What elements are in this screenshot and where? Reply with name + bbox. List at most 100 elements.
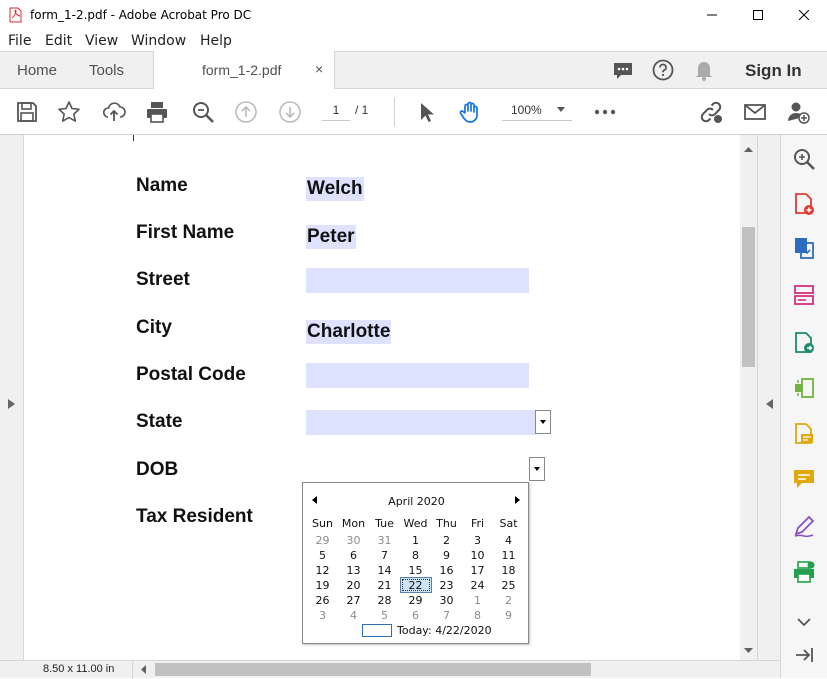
horizontal-scrollbar[interactable] <box>135 661 757 678</box>
select-cursor-icon[interactable] <box>415 100 439 124</box>
page-up-icon[interactable] <box>234 100 258 124</box>
menu-edit[interactable]: Edit <box>45 33 72 49</box>
calendar-day[interactable]: 25 <box>493 578 524 593</box>
calendar-day[interactable]: 21 <box>369 578 400 593</box>
chat-icon[interactable] <box>612 60 634 82</box>
page-number-input[interactable]: 1 <box>322 99 350 121</box>
tab-tools[interactable]: Tools <box>89 62 124 79</box>
calendar-day[interactable]: 8 <box>462 608 493 623</box>
menu-view[interactable]: View <box>85 33 118 49</box>
scroll-down-icon[interactable] <box>744 648 753 653</box>
calendar-day[interactable]: 4 <box>338 608 369 623</box>
name-field[interactable]: Welch <box>306 177 364 201</box>
maximize-button[interactable] <box>735 0 781 30</box>
calendar-day[interactable]: 1 <box>400 533 431 548</box>
dob-dropdown-button[interactable] <box>529 457 545 481</box>
calendar-day[interactable]: 28 <box>369 593 400 608</box>
left-panel-collapsed[interactable] <box>0 135 24 660</box>
comment-icon[interactable] <box>792 467 816 491</box>
calendar-day[interactable]: 5 <box>307 548 338 563</box>
calendar-day[interactable]: 15 <box>400 563 431 578</box>
calendar-day[interactable]: 23 <box>431 578 462 593</box>
calendar-day[interactable]: 27 <box>338 593 369 608</box>
calendar-day[interactable]: 24 <box>462 578 493 593</box>
collapse-right-panel-icon[interactable] <box>766 399 773 409</box>
street-field[interactable] <box>306 268 529 293</box>
add-user-icon[interactable] <box>786 100 810 124</box>
notification-bell-icon[interactable] <box>694 59 714 81</box>
calendar-day[interactable]: 31 <box>369 533 400 548</box>
more-icon[interactable] <box>593 100 617 124</box>
upload-icon[interactable] <box>102 100 126 124</box>
date-picker-calendar[interactable]: April 2020 Sun Mon Tue Wed Thu Fri Sat 29 30 31 1… <box>302 482 529 644</box>
first-name-field[interactable]: Peter <box>306 225 356 249</box>
calendar-day[interactable]: 12 <box>307 563 338 578</box>
postal-code-field[interactable] <box>306 363 529 388</box>
calendar-day[interactable]: 11 <box>493 548 524 563</box>
sign-in-button[interactable]: Sign In <box>745 61 802 81</box>
zoom-search-icon[interactable] <box>191 100 215 124</box>
state-dropdown-button[interactable] <box>535 410 551 434</box>
menu-file[interactable]: File <box>8 33 31 49</box>
calendar-day[interactable]: 3 <box>307 608 338 623</box>
calendar-day[interactable]: 7 <box>369 548 400 563</box>
vertical-scroll-thumb[interactable] <box>742 227 755 367</box>
city-field[interactable]: Charlotte <box>306 320 392 344</box>
calendar-day[interactable]: 29 <box>400 593 431 608</box>
help-icon[interactable] <box>652 59 674 81</box>
calendar-day[interactable]: 1 <box>462 593 493 608</box>
calendar-day[interactable]: 30 <box>338 533 369 548</box>
calendar-day[interactable]: 5 <box>369 608 400 623</box>
fill-sign-icon[interactable] <box>792 514 816 538</box>
organize-pages-icon[interactable] <box>792 283 816 307</box>
calendar-day[interactable]: 29 <box>307 533 338 548</box>
calendar-day[interactable]: 10 <box>462 548 493 563</box>
close-window-button[interactable] <box>781 0 827 30</box>
vertical-scrollbar[interactable] <box>740 135 757 660</box>
create-pdf-icon[interactable] <box>792 192 816 216</box>
scroll-up-icon[interactable] <box>744 147 753 152</box>
calendar-day[interactable]: 6 <box>400 608 431 623</box>
share-link-icon[interactable] <box>699 100 723 124</box>
zoom-icon[interactable] <box>792 147 816 171</box>
save-icon[interactable] <box>15 100 39 124</box>
today-button[interactable]: Today: 4/22/2020 <box>397 624 492 637</box>
calendar-day[interactable]: 20 <box>338 578 369 593</box>
scroll-left-icon[interactable] <box>141 665 146 674</box>
right-panel-handle[interactable] <box>757 135 780 660</box>
calendar-day-selected[interactable]: 22 <box>400 578 431 593</box>
edit-pdf-icon[interactable] <box>792 331 816 355</box>
zoom-level-dropdown[interactable]: 100% <box>502 99 572 121</box>
page-down-icon[interactable] <box>278 100 302 124</box>
export-pdf-icon[interactable] <box>792 236 816 260</box>
calendar-day[interactable]: 30 <box>431 593 462 608</box>
calendar-day[interactable]: 2 <box>493 593 524 608</box>
calendar-day[interactable]: 4 <box>493 533 524 548</box>
next-month-icon[interactable] <box>515 496 520 504</box>
tab-document[interactable]: form_1-2.pdf × <box>153 51 335 90</box>
calendar-day[interactable]: 8 <box>400 548 431 563</box>
menu-window[interactable]: Window <box>131 33 186 49</box>
compress-icon[interactable] <box>792 376 816 400</box>
calendar-day[interactable]: 13 <box>338 563 369 578</box>
calendar-day[interactable]: 2 <box>431 533 462 548</box>
hand-tool-icon[interactable] <box>458 100 482 124</box>
calendar-day[interactable]: 7 <box>431 608 462 623</box>
state-dropdown[interactable] <box>306 410 536 435</box>
horizontal-scroll-thumb[interactable] <box>155 663 591 676</box>
calendar-day[interactable]: 19 <box>307 578 338 593</box>
calendar-day[interactable]: 16 <box>431 563 462 578</box>
calendar-day[interactable]: 9 <box>493 608 524 623</box>
calendar-day[interactable]: 17 <box>462 563 493 578</box>
expand-more-icon[interactable] <box>792 610 816 634</box>
calendar-day[interactable]: 9 <box>431 548 462 563</box>
email-icon[interactable] <box>743 100 767 124</box>
calendar-day[interactable]: 6 <box>338 548 369 563</box>
bookmark-star-icon[interactable] <box>57 100 81 124</box>
minimize-button[interactable] <box>689 0 735 30</box>
expand-left-panel-icon[interactable] <box>8 399 15 409</box>
comment-note-icon[interactable] <box>792 422 816 446</box>
menu-help[interactable]: Help <box>200 33 232 49</box>
collapse-panel-icon[interactable] <box>792 643 816 667</box>
calendar-day[interactable]: 26 <box>307 593 338 608</box>
